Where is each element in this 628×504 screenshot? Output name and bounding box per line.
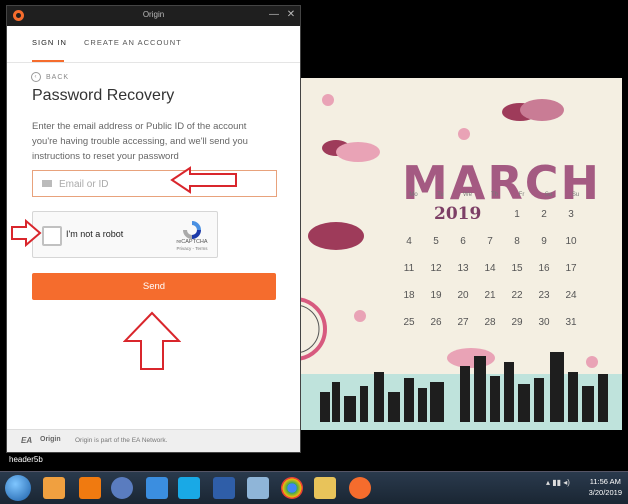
calendar-day: 1 <box>514 209 520 220</box>
window-title: Origin <box>142 10 165 19</box>
annotation-arrow-up-icon <box>123 311 181 370</box>
calendar-day: 25 <box>403 317 415 328</box>
ea-logo: EA <box>21 436 33 445</box>
start-orb-icon[interactable] <box>5 475 31 501</box>
system-tray-icons[interactable]: ▴ ▮▮ ◂) <box>546 478 570 487</box>
footer-text: Origin is part of the EA Network. <box>75 437 168 444</box>
calendar-day: 6 <box>460 236 466 247</box>
cloud-icon <box>502 99 564 121</box>
calendar-day: 20 <box>457 290 469 301</box>
weekday-label: Tu <box>437 192 444 198</box>
desktop: MARCH Mo Tu We Th Fr Sa Su 2019 1 2 3 4 5 6 7 8 9 10 11 1… <box>0 0 628 471</box>
chrome-canary-icon[interactable] <box>111 477 133 499</box>
origin-icon[interactable] <box>349 477 371 499</box>
calendar-day: 5 <box>433 236 439 247</box>
calendar-day: 14 <box>484 263 496 274</box>
calendar-day: 16 <box>538 263 550 274</box>
auth-tabs: SIGN IN CREATE AN ACCOUNT <box>7 26 300 63</box>
calendar-day: 11 <box>403 263 415 274</box>
calendar-day: 21 <box>484 290 496 301</box>
calendar-wallpaper: MARCH Mo Tu We Th Fr Sa Su 2019 1 2 3 4 5 6 7 8 9 10 11 1… <box>300 78 622 430</box>
calendar-day: 26 <box>430 317 442 328</box>
calendar-day: 2 <box>541 209 547 220</box>
calendar-day: 24 <box>565 290 577 301</box>
close-button[interactable]: ✕ <box>284 8 298 22</box>
page-title: Password Recovery <box>32 87 175 104</box>
caption-label: header5b <box>9 455 43 464</box>
calendar-day: 7 <box>487 236 493 247</box>
tab-sign-in[interactable]: SIGN IN <box>32 38 67 47</box>
calendar-day: 15 <box>511 263 523 274</box>
clock[interactable]: 11:56 AM 3/20/2019 <box>589 476 622 498</box>
weekday-label: Mo <box>409 192 418 198</box>
vlc-icon[interactable] <box>79 477 101 499</box>
cloud-icon <box>308 222 364 250</box>
back-label: BACK <box>46 73 70 81</box>
recaptcha-brand: reCAPTCHA <box>176 239 208 245</box>
city-skyline-icon <box>320 352 608 422</box>
window-footer: EA Origin Origin is part of the EA Netwo… <box>7 429 300 452</box>
word-icon[interactable] <box>213 477 235 499</box>
weekday-label: We <box>463 192 472 198</box>
recaptcha-widget: I'm not a robot reCAPTCHA Privacy - Term… <box>32 211 218 258</box>
clock-date: 3/20/2019 <box>588 488 622 497</box>
calendar-day: 19 <box>430 290 442 301</box>
annotation-arrow-right-icon <box>11 219 42 247</box>
calendar-day: 22 <box>511 290 523 301</box>
weekday-label: Th <box>490 192 498 198</box>
active-tab-indicator <box>32 60 64 62</box>
chrome-icon[interactable] <box>281 477 303 499</box>
origin-footer-logo: Origin <box>40 436 61 443</box>
internet-explorer-icon[interactable] <box>146 477 168 499</box>
calendar-day: 9 <box>541 236 547 247</box>
back-link[interactable]: ‹ BACK <box>31 72 69 82</box>
instructions-text: Enter the email address or Public ID of … <box>32 121 248 162</box>
flower-icon <box>458 128 470 140</box>
minimize-button[interactable]: — <box>267 8 281 22</box>
weekday-row: Mo Tu We Th Fr Sa Su <box>400 192 589 198</box>
annotation-arrow-left-icon <box>170 166 237 194</box>
calendar-day: 17 <box>565 263 577 274</box>
flower-icon <box>322 94 334 106</box>
captcha-label: I'm not a robot <box>66 229 124 239</box>
weekday-label: Fr <box>518 192 525 198</box>
email-field[interactable] <box>32 170 277 198</box>
media-player-icon[interactable] <box>43 477 65 499</box>
not-robot-checkbox[interactable] <box>42 226 62 246</box>
taskbar: ▴ ▮▮ ◂) 11:56 AM 3/20/2019 <box>0 471 628 504</box>
calendar-day: 29 <box>511 317 523 328</box>
send-button[interactable]: Send <box>32 273 276 300</box>
calendar-day: 12 <box>430 263 442 274</box>
year-label: 2019 <box>434 204 482 224</box>
calendar-day: 23 <box>538 290 550 301</box>
paint-icon[interactable] <box>247 477 269 499</box>
recaptcha-logo-icon <box>183 221 201 239</box>
calendar-day: 31 <box>565 317 577 328</box>
calendar-day: 30 <box>538 317 550 328</box>
calendar-day: 4 <box>406 236 412 247</box>
email-icon <box>42 180 52 187</box>
calendar-day: 3 <box>568 209 574 220</box>
clock-time: 11:56 AM <box>589 477 621 486</box>
weekday-label: Su <box>571 192 580 198</box>
back-arrow-icon: ‹ <box>31 72 41 82</box>
month-title: MARCH <box>402 156 602 210</box>
skype-icon[interactable] <box>178 477 200 499</box>
origin-window: Origin — ✕ SIGN IN CREATE AN ACCOUNT ‹ B… <box>7 6 300 452</box>
calendar-day: 18 <box>403 290 415 301</box>
weekday-label: Sa <box>544 192 553 198</box>
calendar-day: 13 <box>457 263 469 274</box>
recaptcha-links[interactable]: Privacy - Terms <box>171 246 213 251</box>
calendar-day: 27 <box>457 317 469 328</box>
calendar-day: 8 <box>514 236 520 247</box>
file-explorer-icon[interactable] <box>314 477 336 499</box>
calendar-day: 28 <box>484 317 496 328</box>
flower-icon <box>354 310 366 322</box>
cloud-icon <box>322 140 380 162</box>
tab-create-account[interactable]: CREATE AN ACCOUNT <box>84 38 182 47</box>
calendar-day: 10 <box>565 236 577 247</box>
title-bar[interactable]: Origin — ✕ <box>7 6 300 26</box>
